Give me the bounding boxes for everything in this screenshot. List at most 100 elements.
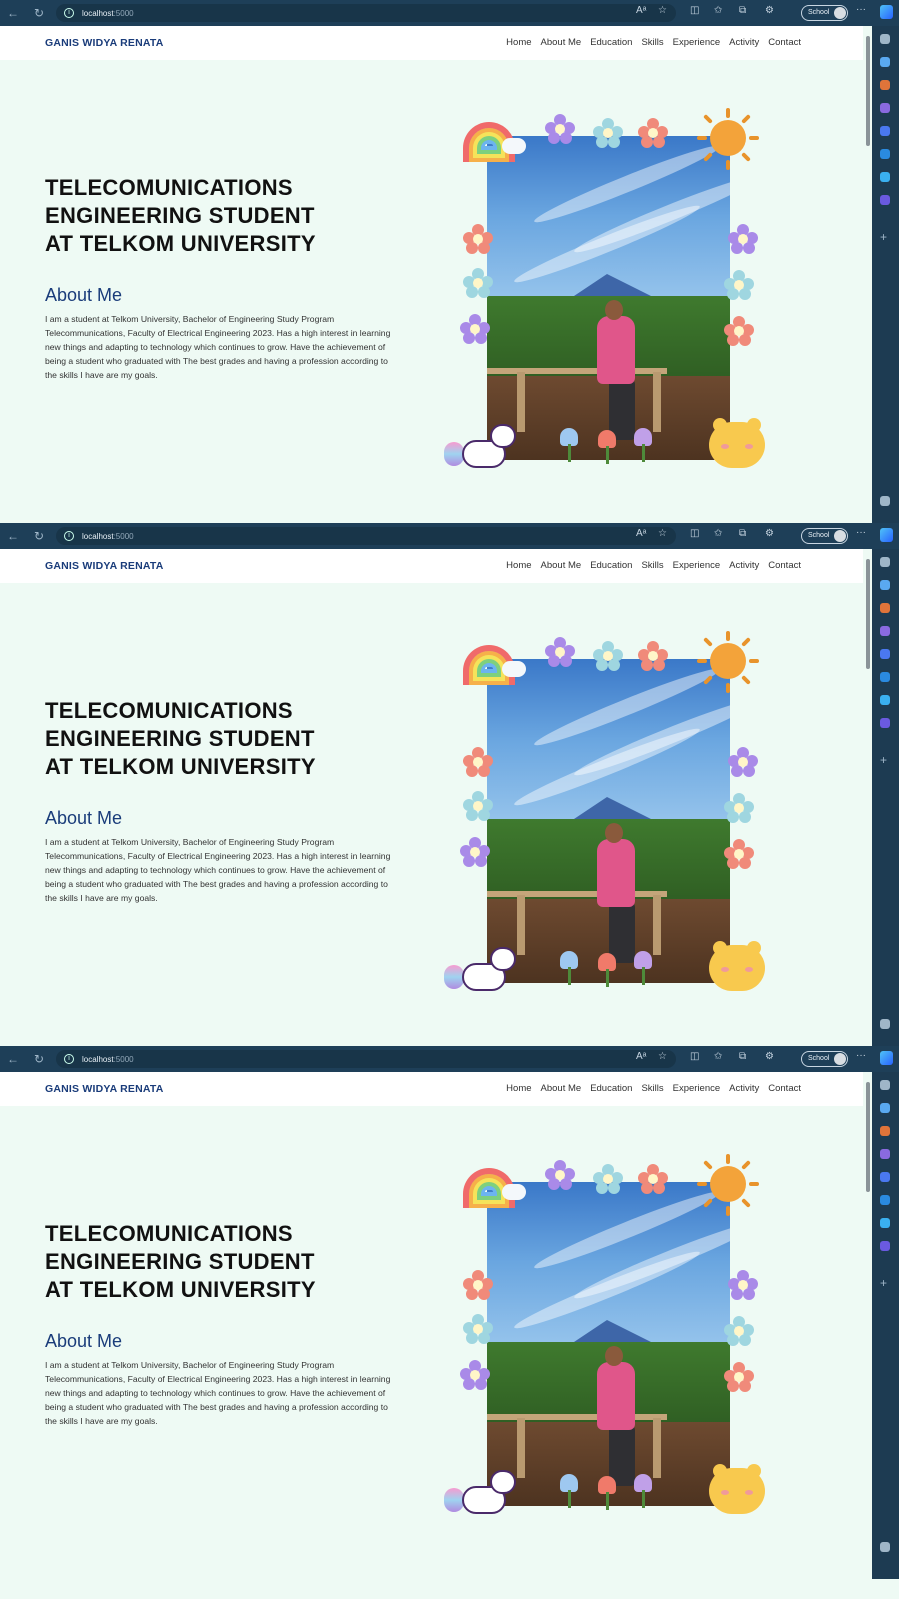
more-menu-icon[interactable]: ··· xyxy=(856,4,866,15)
url-text: localhost:5000 xyxy=(82,1054,134,1064)
sidebar-app-icon[interactable] xyxy=(880,1126,890,1136)
favorite-star-icon[interactable]: ☆ xyxy=(658,1051,667,1062)
nav-item-activity[interactable]: Activity xyxy=(729,1083,759,1094)
sidebar-app-icon[interactable] xyxy=(880,126,890,136)
address-bar[interactable]: i localhost:5000 xyxy=(56,4,676,22)
nav-item-about-me[interactable]: About Me xyxy=(541,560,582,571)
sidebar-app-icon[interactable] xyxy=(880,1149,890,1159)
split-screen-icon[interactable]: ◫ xyxy=(690,5,699,16)
site-brand[interactable]: GANIS WIDYA RENATA xyxy=(45,560,164,572)
nav-item-skills[interactable]: Skills xyxy=(641,1083,663,1094)
nav-item-experience[interactable]: Experience xyxy=(673,37,721,48)
sidebar-app-icon[interactable] xyxy=(880,1241,890,1251)
add-icon[interactable]: + xyxy=(880,231,890,243)
page-scrollbar[interactable] xyxy=(863,1072,872,1579)
sidebar-app-icon[interactable] xyxy=(880,1103,890,1113)
add-icon[interactable]: + xyxy=(880,754,890,766)
nav-item-experience[interactable]: Experience xyxy=(673,560,721,571)
sidebar-app-icon[interactable] xyxy=(880,695,890,705)
sidebar-settings-icon[interactable] xyxy=(880,1019,890,1029)
sidebar-app-icon[interactable] xyxy=(880,1195,890,1205)
nav-item-contact[interactable]: Contact xyxy=(768,1083,801,1094)
back-icon[interactable]: ← xyxy=(0,529,26,543)
nav-item-home[interactable]: Home xyxy=(506,37,531,48)
refresh-icon[interactable]: ↻ xyxy=(26,6,52,20)
nav-item-activity[interactable]: Activity xyxy=(729,560,759,571)
sidebar-app-icon[interactable] xyxy=(880,718,890,728)
back-icon[interactable]: ← xyxy=(0,6,26,20)
sidebar-app-icon[interactable] xyxy=(880,80,890,90)
sidebar-app-icon[interactable] xyxy=(880,626,890,636)
more-menu-icon[interactable]: ··· xyxy=(856,527,866,538)
nav-item-skills[interactable]: Skills xyxy=(641,37,663,48)
address-bar[interactable]: i localhost:5000 xyxy=(56,527,676,545)
favorites-icon[interactable]: ✩ xyxy=(714,528,722,539)
favorite-star-icon[interactable]: ☆ xyxy=(658,5,667,16)
nav-item-education[interactable]: Education xyxy=(590,1083,632,1094)
split-screen-icon[interactable]: ◫ xyxy=(690,528,699,539)
nav-item-activity[interactable]: Activity xyxy=(729,37,759,48)
scrollbar-thumb[interactable] xyxy=(866,36,870,146)
nav-item-about-me[interactable]: About Me xyxy=(541,1083,582,1094)
nav-item-education[interactable]: Education xyxy=(590,560,632,571)
sidebar-app-icon[interactable] xyxy=(880,57,890,67)
site-brand[interactable]: GANIS WIDYA RENATA xyxy=(45,1083,164,1095)
search-icon[interactable] xyxy=(880,1080,890,1090)
collections-icon[interactable]: ⧉ xyxy=(739,528,746,539)
sidebar-app-icon[interactable] xyxy=(880,103,890,113)
profile-button[interactable]: School xyxy=(801,5,849,21)
collections-icon[interactable]: ⧉ xyxy=(739,1051,746,1062)
nav-item-education[interactable]: Education xyxy=(590,37,632,48)
sidebar-app-icon[interactable] xyxy=(880,649,890,659)
sidebar-app-icon[interactable] xyxy=(880,672,890,682)
favorites-icon[interactable]: ✩ xyxy=(714,1051,722,1062)
split-screen-icon[interactable]: ◫ xyxy=(690,1051,699,1062)
sidebar-app-icon[interactable] xyxy=(880,603,890,613)
extensions-icon[interactable]: ⚙ xyxy=(765,1051,774,1062)
nav-item-home[interactable]: Home xyxy=(506,1083,531,1094)
add-icon[interactable]: + xyxy=(880,1277,890,1289)
nav-item-contact[interactable]: Contact xyxy=(768,560,801,571)
site-info-icon[interactable]: i xyxy=(64,1054,74,1064)
read-aloud-icon[interactable]: Aᵃ xyxy=(636,5,646,16)
sidebar-app-icon[interactable] xyxy=(880,1172,890,1182)
extensions-icon[interactable]: ⚙ xyxy=(765,5,774,16)
favorite-star-icon[interactable]: ☆ xyxy=(658,528,667,539)
sidebar-app-icon[interactable] xyxy=(880,195,890,205)
more-menu-icon[interactable]: ··· xyxy=(856,1050,866,1061)
sidebar-app-icon[interactable] xyxy=(880,1218,890,1228)
page-scrollbar[interactable] xyxy=(863,26,872,523)
site-info-icon[interactable]: i xyxy=(64,531,74,541)
refresh-icon[interactable]: ↻ xyxy=(26,529,52,543)
copilot-icon[interactable] xyxy=(880,528,893,542)
address-bar[interactable]: i localhost:5000 xyxy=(56,1050,676,1068)
favorites-icon[interactable]: ✩ xyxy=(714,5,722,16)
sidebar-app-icon[interactable] xyxy=(880,149,890,159)
scrollbar-thumb[interactable] xyxy=(866,559,870,669)
refresh-icon[interactable]: ↻ xyxy=(26,1052,52,1066)
scrollbar-thumb[interactable] xyxy=(866,1082,870,1192)
nav-item-about-me[interactable]: About Me xyxy=(541,37,582,48)
nav-item-home[interactable]: Home xyxy=(506,560,531,571)
search-icon[interactable] xyxy=(880,34,890,44)
nav-item-experience[interactable]: Experience xyxy=(673,1083,721,1094)
profile-button[interactable]: School xyxy=(801,1051,849,1067)
site-info-icon[interactable]: i xyxy=(64,8,74,18)
site-brand[interactable]: GANIS WIDYA RENATA xyxy=(45,37,164,49)
read-aloud-icon[interactable]: Aᵃ xyxy=(636,1051,646,1062)
sidebar-app-icon[interactable] xyxy=(880,172,890,182)
read-aloud-icon[interactable]: Aᵃ xyxy=(636,528,646,539)
extensions-icon[interactable]: ⚙ xyxy=(765,528,774,539)
page-scrollbar[interactable] xyxy=(863,549,872,1046)
copilot-icon[interactable] xyxy=(880,1051,893,1065)
copilot-icon[interactable] xyxy=(880,5,893,19)
sidebar-settings-icon[interactable] xyxy=(880,496,890,506)
nav-item-contact[interactable]: Contact xyxy=(768,37,801,48)
search-icon[interactable] xyxy=(880,557,890,567)
back-icon[interactable]: ← xyxy=(0,1052,26,1066)
collections-icon[interactable]: ⧉ xyxy=(739,5,746,16)
sidebar-app-icon[interactable] xyxy=(880,580,890,590)
nav-item-skills[interactable]: Skills xyxy=(641,560,663,571)
sidebar-settings-icon[interactable] xyxy=(880,1542,890,1552)
profile-button[interactable]: School xyxy=(801,528,849,544)
